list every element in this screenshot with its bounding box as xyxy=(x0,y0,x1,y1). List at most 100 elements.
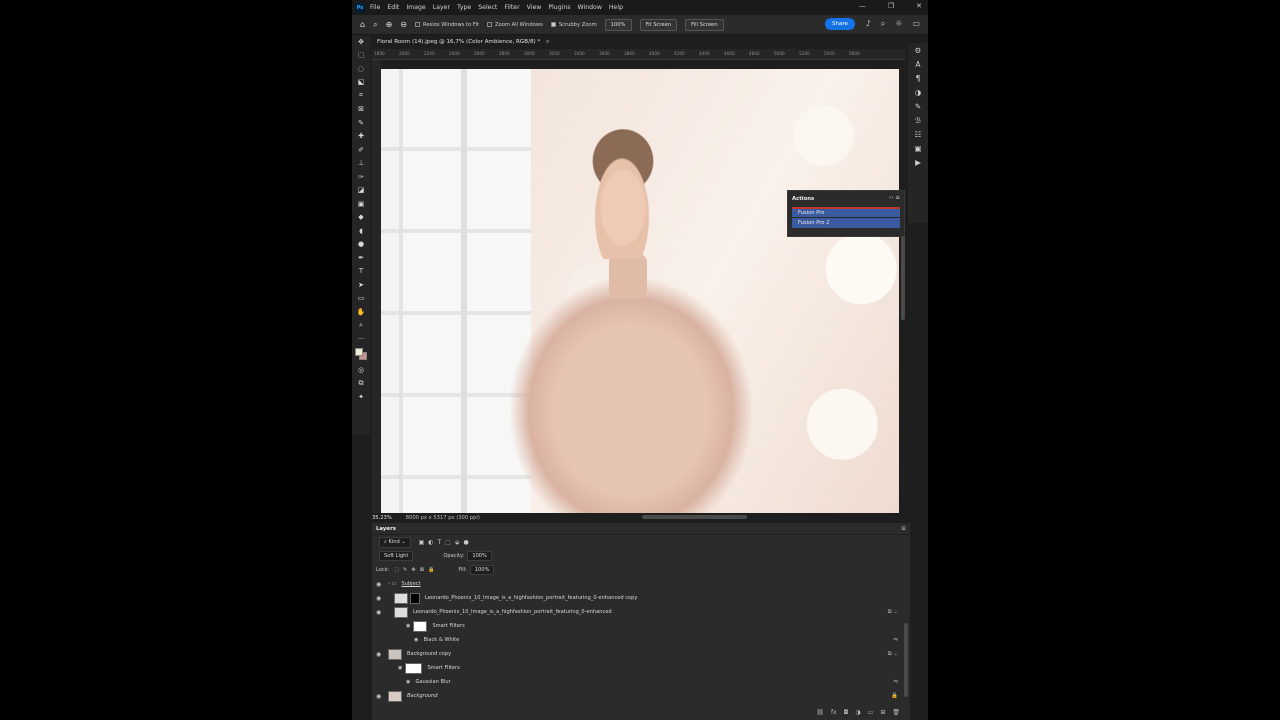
dodge-tool-icon[interactable]: ◖ xyxy=(352,224,370,238)
layer-row[interactable]: ◉ Leonardo_Phoenix_10_Image_is_a_highfas… xyxy=(372,605,910,619)
zoom-tool-icon[interactable]: ⌕ xyxy=(352,319,370,333)
menu-help[interactable]: Help xyxy=(609,4,623,11)
new-group-icon[interactable]: ▭ xyxy=(868,709,874,719)
eye-icon[interactable]: ◉ xyxy=(376,651,381,658)
menu-filter[interactable]: Filter xyxy=(504,4,519,11)
menu-type[interactable]: Type xyxy=(457,4,471,11)
blur-tool-icon[interactable]: ◆ xyxy=(352,211,370,225)
lightbulb-icon[interactable]: ☼ xyxy=(895,19,902,29)
zoom-all-windows-checkbox[interactable]: Zoom All Windows xyxy=(486,22,543,28)
foreground-color-swatch[interactable] xyxy=(355,347,363,356)
vertical-scrollbar[interactable] xyxy=(901,230,905,320)
layer-row-background[interactable]: ◉ Background 🔒 xyxy=(372,689,910,703)
marquee-tool-icon[interactable]: ⬚ xyxy=(352,49,370,63)
panel-menu-icon[interactable]: ≡ xyxy=(901,525,906,532)
dodge-alt-icon[interactable]: ● xyxy=(352,238,370,252)
menu-file[interactable]: File xyxy=(370,4,380,11)
search-icon[interactable]: ⌕ xyxy=(881,19,885,29)
fit-screen-button[interactable]: Fit Screen xyxy=(639,18,678,31)
eye-icon[interactable]: ◉ xyxy=(376,609,381,616)
path-select-icon[interactable]: ➤ xyxy=(352,278,370,292)
filter-effect-row[interactable]: ◉ Gaussian Blur ⇋ xyxy=(372,675,910,689)
eye-icon[interactable]: ◉ xyxy=(376,595,381,602)
glyphs-icon[interactable]: ℬ xyxy=(908,113,928,127)
menu-image[interactable]: Image xyxy=(406,4,425,11)
document-tab[interactable]: Floral Room (14).jpeg @ 16,7% (Color Amb… xyxy=(372,35,555,49)
add-mask-icon[interactable]: ◘ xyxy=(844,709,849,719)
filter-effect-row[interactable]: ◉ Black & White ⇋ xyxy=(372,633,910,647)
eye-icon[interactable]: ◉ xyxy=(398,665,402,671)
home-icon[interactable]: ⌂ xyxy=(360,20,365,29)
workspace-icon[interactable]: ▭ xyxy=(912,19,920,29)
move-tool-icon[interactable]: ✥ xyxy=(352,35,370,49)
filter-options-icon[interactable]: ⇋ xyxy=(893,637,898,643)
eye-icon[interactable]: ◉ xyxy=(406,623,410,629)
stamp-tool-icon[interactable]: ⊥ xyxy=(352,157,370,171)
bell-icon[interactable]: ♪ xyxy=(866,19,871,29)
filter-type-icons[interactable]: ▣◐T⬚⬙● xyxy=(419,539,473,546)
object-select-tool-icon[interactable]: ⬕ xyxy=(352,76,370,90)
adjustments-icon[interactable]: ◑ xyxy=(908,85,928,99)
scrubby-zoom-checkbox[interactable]: Scrubby Zoom xyxy=(550,22,597,28)
history-brush-icon[interactable]: ✑ xyxy=(352,170,370,184)
menu-layer[interactable]: Layer xyxy=(433,4,450,11)
menu-select[interactable]: Select xyxy=(478,4,497,11)
gradient-tool-icon[interactable]: ▣ xyxy=(352,197,370,211)
opacity-input[interactable]: 100% xyxy=(467,551,492,561)
eye-icon[interactable]: ◉ xyxy=(414,637,418,643)
pen-tool-icon[interactable]: ✒ xyxy=(352,251,370,265)
properties-icon[interactable]: ⚙ xyxy=(908,43,928,57)
lasso-tool-icon[interactable]: ◌ xyxy=(352,62,370,76)
layer-kind-filter[interactable]: ⌕ Kind ⌄ xyxy=(379,536,411,548)
layer-row[interactable]: ◉ Background copy ⧉ ⌄ xyxy=(372,647,910,661)
panel-collapse-icon[interactable]: ›› ≡ xyxy=(889,195,900,201)
menu-window[interactable]: Window xyxy=(578,4,602,11)
image-icon[interactable]: ▣ xyxy=(908,141,928,155)
more-tools-icon[interactable]: ··· xyxy=(352,332,370,346)
frame-tool-icon[interactable]: ⊠ xyxy=(352,103,370,117)
lock-icons[interactable]: ⬚✎✥⊠🔒 xyxy=(394,567,438,573)
layer-row[interactable]: ◉ Leonardo_Phoenix_10_Image_is_a_highfas… xyxy=(372,591,910,605)
fill-screen-button[interactable]: Fill Screen xyxy=(685,18,724,31)
eraser-tool-icon[interactable]: ◪ xyxy=(352,184,370,198)
filter-options-icon[interactable]: ⇋ xyxy=(893,679,898,685)
action-item[interactable]: Fusion Pro xyxy=(792,207,900,217)
zoom-tool-icon[interactable]: ⌕ xyxy=(373,20,377,30)
color-swatches[interactable] xyxy=(352,346,370,364)
screen-mode-icon[interactable]: ⧉ xyxy=(352,377,370,391)
paragraph-icon[interactable]: ¶ xyxy=(908,71,928,85)
zoom-in-icon[interactable]: ⊕ xyxy=(386,20,393,29)
zoom-100-button[interactable]: 100% xyxy=(604,18,632,31)
eye-icon[interactable]: ◉ xyxy=(406,679,410,685)
libraries-icon[interactable]: ☷ xyxy=(908,127,928,141)
eye-icon[interactable]: ◉ xyxy=(376,693,381,700)
layers-scrollbar[interactable] xyxy=(904,623,908,697)
close-document-icon[interactable]: × xyxy=(545,39,550,45)
crop-tool-icon[interactable]: ⌗ xyxy=(352,89,370,103)
zoom-out-icon[interactable]: ⊖ xyxy=(400,20,407,29)
brush-settings-icon[interactable]: ✎ xyxy=(908,99,928,113)
resize-windows-checkbox[interactable]: Resize Windows to Fit xyxy=(414,22,479,28)
type-tool-icon[interactable]: T xyxy=(352,265,370,279)
hand-tool-icon[interactable]: ✋ xyxy=(352,305,370,319)
menu-view[interactable]: View xyxy=(527,4,542,11)
link-icon[interactable]: ⛓ xyxy=(816,709,824,719)
close-icon[interactable]: ✕ xyxy=(916,2,922,10)
minimize-icon[interactable]: — xyxy=(859,2,866,10)
brush-tool-icon[interactable]: ✐ xyxy=(352,143,370,157)
quick-mask-icon[interactable]: ◎ xyxy=(352,364,370,378)
new-layer-icon[interactable]: ⊞ xyxy=(880,709,885,719)
healing-brush-icon[interactable]: ✚ xyxy=(352,130,370,144)
actions-play-icon[interactable]: ▶ xyxy=(908,155,928,169)
document-canvas[interactable] xyxy=(381,69,899,513)
trash-icon[interactable]: 🗑 xyxy=(892,709,900,719)
menu-edit[interactable]: Edit xyxy=(387,4,399,11)
layers-tab[interactable]: Layers ≡ xyxy=(372,523,910,535)
smart-filters-row[interactable]: ◉ Smart Filters xyxy=(372,619,910,633)
menu-plugins[interactable]: Plugins xyxy=(548,4,570,11)
fill-input[interactable]: 100% xyxy=(469,565,495,575)
fx-icon[interactable]: fx xyxy=(831,709,837,719)
maximize-icon[interactable]: ❐ xyxy=(888,2,894,10)
smart-filters-row[interactable]: ◉ Smart Filters xyxy=(372,661,910,675)
blend-mode-select[interactable]: Soft Light xyxy=(379,551,414,561)
